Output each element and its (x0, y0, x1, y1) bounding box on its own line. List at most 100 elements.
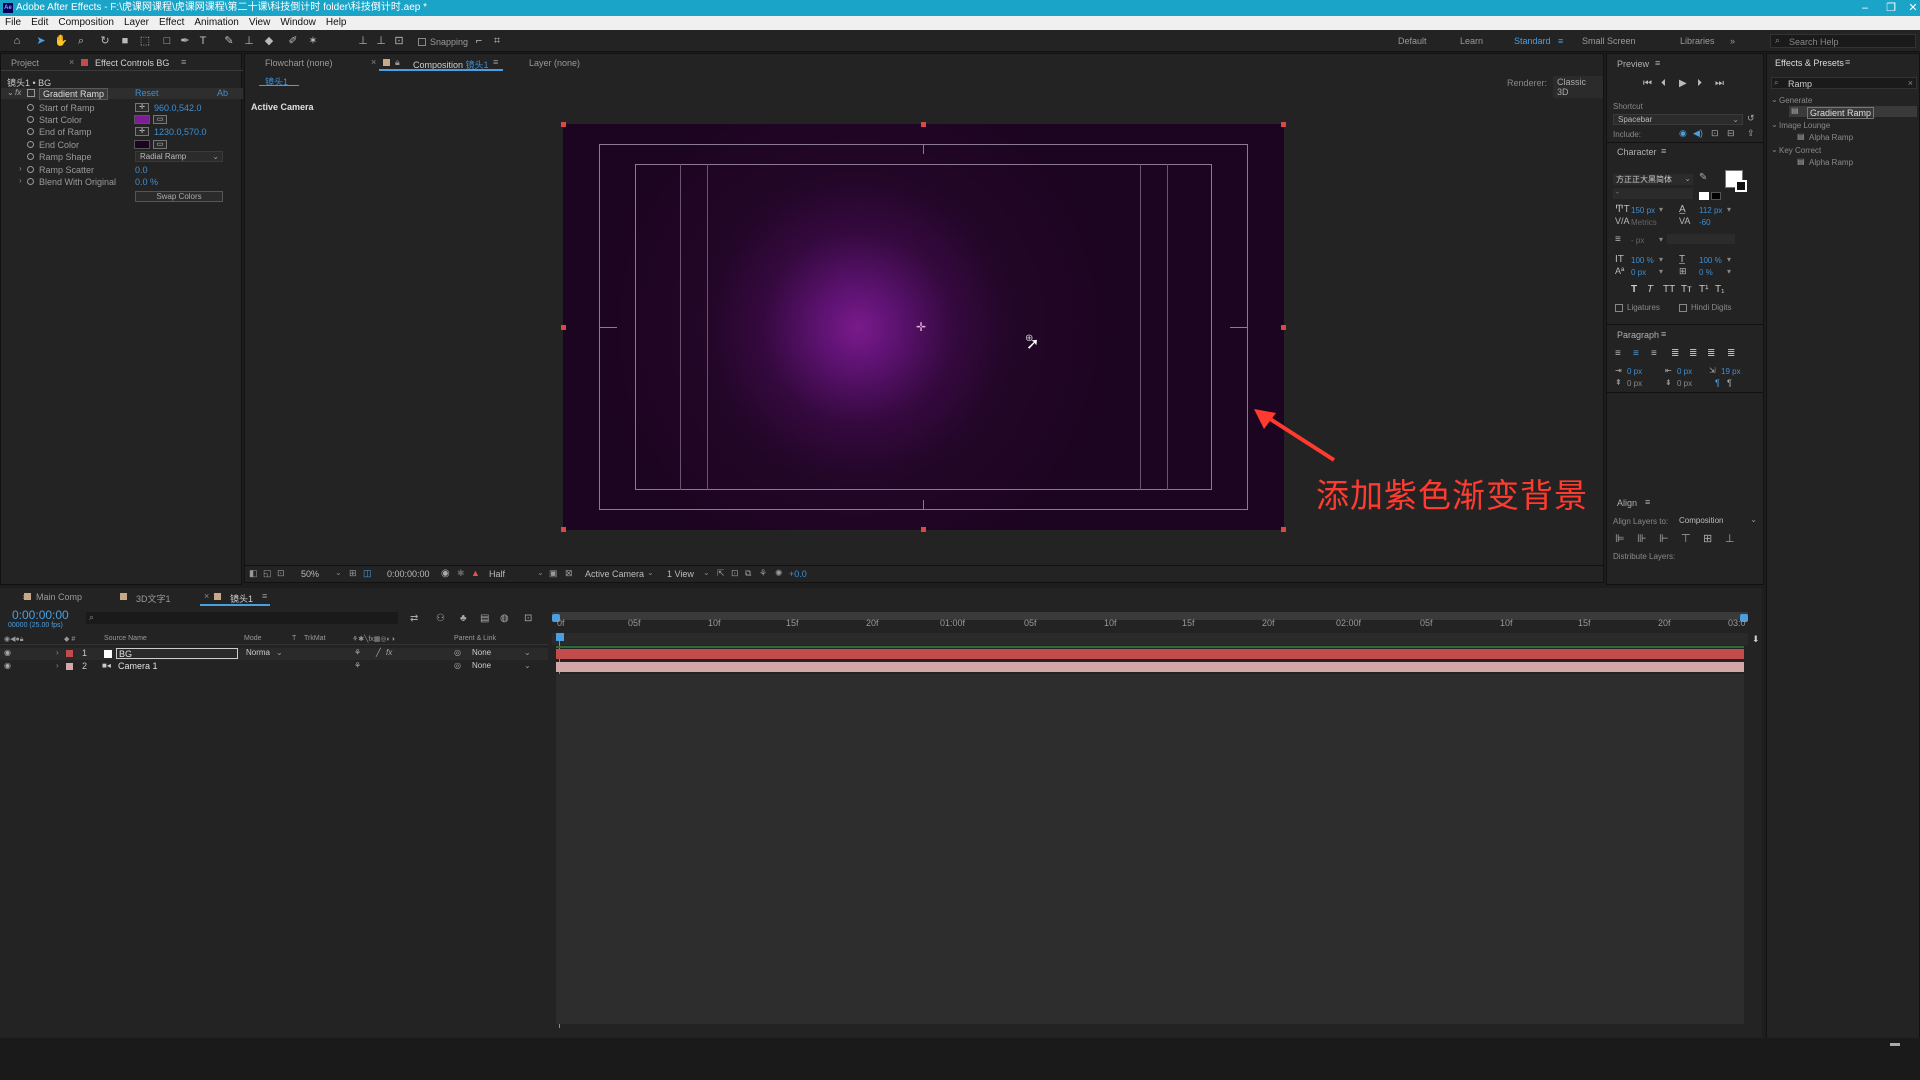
align-bottom-edges-icon[interactable]: ⊥ (1725, 532, 1735, 545)
col-parent-link[interactable]: Parent & Link (454, 635, 496, 642)
axis-view-icon[interactable]: ⊡ (392, 34, 406, 48)
renderer-button[interactable]: Classic 3D (1553, 76, 1603, 98)
region-of-interest-icon[interactable]: ◫ (363, 568, 372, 579)
status-icon[interactable]: ▬ (1890, 1038, 1900, 1049)
tracking-value[interactable]: -60 (1699, 218, 1711, 227)
layer-bar-camera[interactable] (556, 662, 1744, 672)
stroke-style-dropdown[interactable] (1667, 234, 1735, 244)
comp-marker-icon[interactable]: ⬇ (1752, 634, 1760, 645)
include-audio-icon[interactable]: ◀) (1693, 128, 1703, 139)
composition-mini-flowchart-icon[interactable]: ⇄ (410, 613, 418, 624)
align-left-icon[interactable]: ≡ (1615, 348, 1621, 359)
flowchart-icon[interactable]: ⚘ (759, 568, 767, 579)
indent-left-value[interactable]: 0 px (1627, 367, 1642, 376)
workspace-small-screen[interactable]: Small Screen (1582, 36, 1636, 46)
layer-label-color[interactable] (66, 650, 73, 657)
include-layers-icon[interactable]: ⊟ (1727, 128, 1735, 139)
workspace-learn[interactable]: Learn (1460, 36, 1483, 46)
faux-italic-button[interactable]: T (1647, 284, 1653, 295)
layer-handle[interactable] (921, 527, 926, 532)
reset-link[interactable]: Reset (135, 88, 159, 98)
menu-file[interactable]: File (0, 16, 26, 30)
expand-arrow-icon[interactable]: ⌄ (1771, 120, 1778, 129)
font-style-dropdown[interactable]: - (1613, 188, 1693, 199)
table-row[interactable]: ◉ › 2 ■◂ Camera 1 ⚘ ◎ None ⌄ (0, 661, 548, 673)
chevron-down-icon[interactable]: ⌄ (335, 568, 342, 577)
menu-window[interactable]: Window (275, 16, 321, 30)
snapshot-icon[interactable]: ◉ (441, 568, 450, 579)
all-caps-button[interactable]: TT (1663, 284, 1675, 295)
close-tab-icon[interactable]: × (69, 57, 74, 67)
col-source-name[interactable]: Source Name (104, 635, 147, 642)
ligatures-checkbox[interactable] (1615, 304, 1623, 312)
layer-handle[interactable] (561, 325, 566, 330)
baseline-shift-value[interactable]: 0 px (1631, 268, 1646, 277)
eyedropper-icon[interactable]: ▭ (153, 115, 167, 124)
font-size-value[interactable]: 150 px (1631, 206, 1655, 215)
transparency-grid-icon[interactable]: ▣ (549, 568, 558, 579)
pick-whip-icon[interactable]: ◎ (454, 648, 461, 657)
eraser-tool-icon[interactable]: ◆ (262, 34, 276, 48)
faux-bold-button[interactable]: T (1631, 284, 1637, 295)
stopwatch-icon[interactable] (27, 116, 34, 123)
group-key-correct[interactable]: Key Correct (1779, 146, 1821, 155)
leading-value[interactable]: 112 px (1699, 206, 1722, 215)
stroke-width-value[interactable]: - px (1631, 236, 1644, 245)
panel-menu-icon[interactable]: ≡ (181, 57, 186, 67)
menu-animation[interactable]: Animation (189, 16, 243, 30)
include-overlay-icon[interactable]: ⊡ (1711, 128, 1719, 139)
superscript-button[interactable]: T¹ (1699, 284, 1708, 295)
motion-blur-icon[interactable]: ◍ (500, 613, 509, 624)
expand-arrow-icon[interactable]: ⌄ (1771, 95, 1778, 104)
fx-icon[interactable]: fx (15, 88, 21, 97)
end-color-swatch[interactable] (134, 140, 150, 149)
current-time[interactable]: 0:00:00:00 (387, 569, 430, 579)
clone-stamp-tool-icon[interactable]: ⊥ (242, 34, 256, 48)
menu-effect[interactable]: Effect (154, 16, 189, 30)
always-preview-icon[interactable]: ◧ (249, 568, 258, 579)
hindi-digits-checkbox[interactable] (1679, 304, 1687, 312)
playhead-icon[interactable] (556, 633, 564, 641)
visibility-eye-icon[interactable]: ◉ (4, 648, 11, 657)
hand-tool-icon[interactable]: ✋ (54, 34, 68, 48)
camera-tool-icon[interactable]: ■ (118, 34, 132, 48)
close-tab-icon[interactable]: × (371, 57, 376, 67)
ramp-scatter-value[interactable]: 0.0 (135, 165, 148, 175)
space-after-value[interactable]: 0 px (1677, 379, 1692, 388)
space-before-value[interactable]: 0 px (1627, 379, 1642, 388)
tab-project[interactable]: Project (11, 58, 39, 68)
graph-editor-icon[interactable]: ⊡ (524, 613, 532, 624)
fx-switch-icon[interactable]: fx (386, 648, 392, 657)
close-icon[interactable]: ✕ (1898, 0, 1920, 16)
search-help-box[interactable]: ⌕ Search Help (1770, 34, 1916, 48)
stopwatch-icon[interactable] (27, 104, 34, 111)
group-generate[interactable]: Generate (1779, 96, 1812, 105)
stopwatch-icon[interactable] (27, 128, 34, 135)
font-family-dropdown[interactable]: 方正正大黑简体 ⌄ (1613, 174, 1693, 185)
pick-whip-icon[interactable]: ◎ (454, 661, 461, 670)
layer-handle[interactable] (1281, 527, 1286, 532)
align-top-edges-icon[interactable]: ⊤ (1681, 532, 1691, 545)
tsume-value[interactable]: 0 % (1699, 268, 1713, 277)
tab-flowchart[interactable]: Flowchart (none) (265, 58, 333, 68)
puppet-tool-icon[interactable]: ✶ (306, 34, 320, 48)
align-horizontal-centers-icon[interactable]: ⊪ (1637, 532, 1647, 545)
type-tool-icon[interactable]: T (196, 34, 210, 48)
layer-mode[interactable]: Norma (246, 648, 270, 657)
stopwatch-icon[interactable] (27, 153, 34, 160)
exposure-reset-icon[interactable]: ✺ (775, 568, 783, 579)
chevron-down-icon[interactable]: ▾ (1659, 205, 1663, 214)
align-left-edges-icon[interactable]: ⊫ (1615, 532, 1625, 545)
workspace-default[interactable]: Default (1398, 36, 1427, 46)
blend-value[interactable]: 0.0 % (135, 177, 158, 187)
justify-right-icon[interactable]: ≣ (1707, 348, 1715, 359)
clear-search-icon[interactable]: × (1908, 78, 1913, 88)
end-of-ramp-value[interactable]: 1230.0,570.0 (154, 127, 207, 137)
crosshair-icon[interactable]: ✛ (135, 127, 149, 136)
panel-menu-icon[interactable]: ≡ (262, 591, 267, 601)
start-of-ramp-value[interactable]: 960.0,542.0 (154, 103, 202, 113)
chevron-down-icon[interactable]: ⌄ (524, 661, 531, 670)
effect-enable-icon[interactable] (27, 89, 35, 97)
crosshair-icon[interactable]: ✛ (135, 103, 149, 112)
reset-icon[interactable]: ↺ (1747, 113, 1755, 124)
